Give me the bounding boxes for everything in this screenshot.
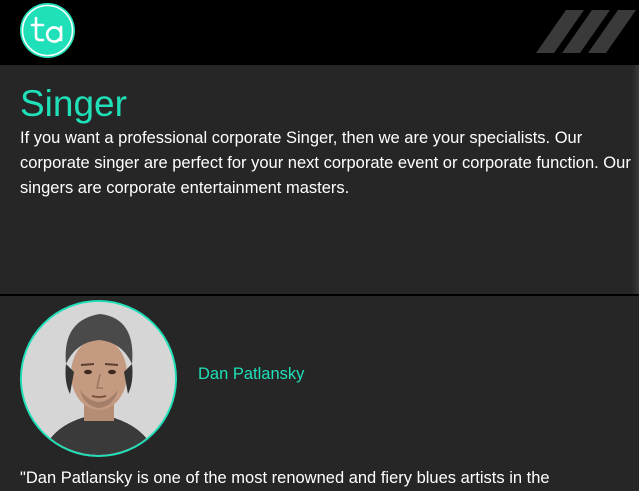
hero-section: Singer If you want a professional corpor… (0, 65, 639, 295)
site-header (0, 0, 639, 65)
singer-profile: Dan Patlansky "Dan Patlansky is one of t… (0, 296, 639, 491)
scroll-edge (632, 65, 639, 295)
ta-logo-icon[interactable] (20, 3, 75, 58)
page-title: Singer (20, 83, 127, 124)
singer-quote: "Dan Patlansky is one of the most renown… (20, 469, 550, 487)
header-stripes-decoration (536, 10, 639, 53)
singer-avatar[interactable] (20, 300, 177, 457)
singer-name-link[interactable]: Dan Patlansky (198, 364, 304, 384)
intro-paragraph: If you want a professional corporate Sin… (20, 129, 631, 197)
